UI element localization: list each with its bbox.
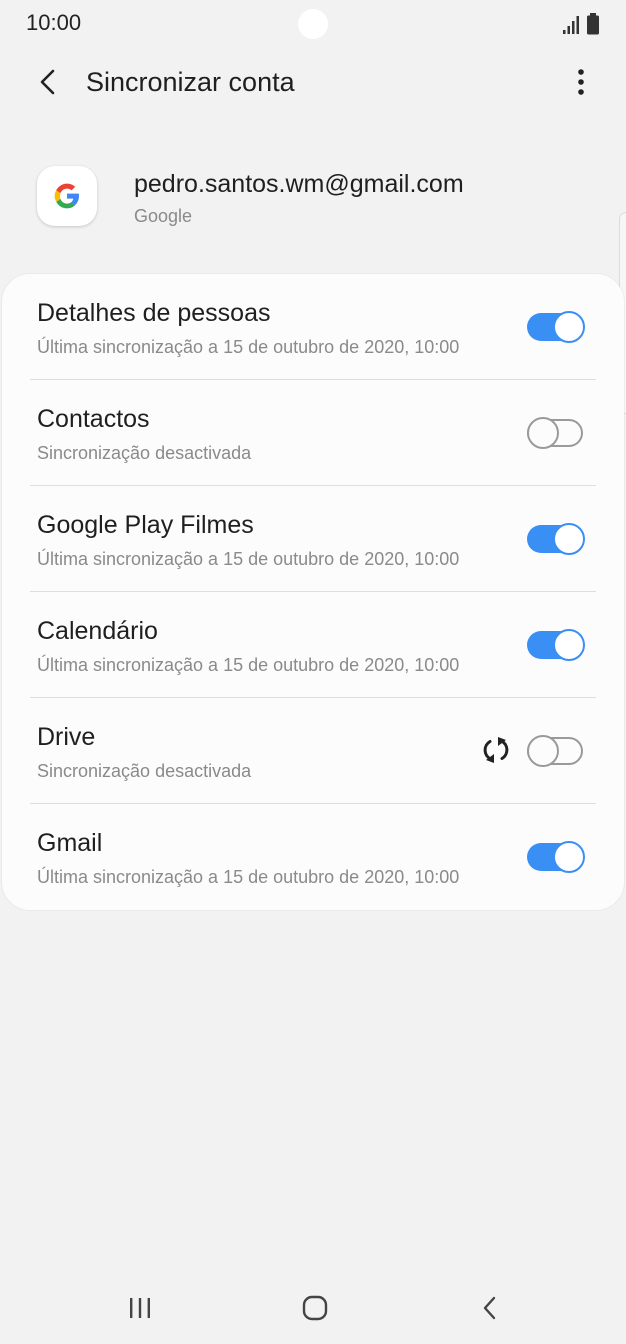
home-icon bbox=[302, 1295, 328, 1321]
sync-item-contactos[interactable]: Contactos Sincronização desactivada bbox=[2, 380, 624, 486]
sync-item-title: Contactos bbox=[37, 405, 150, 433]
status-icons bbox=[562, 12, 602, 36]
sync-item-subtitle: Sincronização desactivada bbox=[37, 443, 252, 463]
sync-toggle[interactable] bbox=[527, 523, 585, 555]
sync-item-calendario[interactable]: Calendário Última sincronização a 15 de … bbox=[2, 592, 624, 698]
sync-item-subtitle: Sincronização desactivada bbox=[37, 761, 252, 781]
account-avatar bbox=[37, 166, 97, 226]
sync-item-title: Gmail bbox=[37, 829, 103, 857]
sync-item-subtitle: Última sincronização a 15 de outubro de … bbox=[37, 337, 460, 357]
account-provider: Google bbox=[134, 206, 193, 226]
sync-toggle[interactable] bbox=[527, 841, 585, 873]
sync-item-subtitle: Última sincronização a 15 de outubro de … bbox=[37, 867, 460, 887]
toggle-knob bbox=[553, 629, 585, 661]
sync-item-subtitle: Última sincronização a 15 de outubro de … bbox=[37, 549, 460, 569]
sync-item-title: Google Play Filmes bbox=[37, 511, 254, 539]
google-logo-icon bbox=[54, 183, 79, 209]
sync-item-detalhes-de-pessoas[interactable]: Detalhes de pessoas Última sincronização… bbox=[2, 274, 624, 380]
front-camera bbox=[298, 9, 328, 39]
more-options-button[interactable] bbox=[566, 62, 596, 102]
page-title: Sincronizar conta bbox=[86, 67, 295, 97]
toggle-knob bbox=[553, 311, 585, 343]
nav-back-button[interactable] bbox=[470, 1292, 510, 1324]
sync-item-subtitle: Última sincronização a 15 de outubro de … bbox=[37, 655, 460, 675]
back-arrow-icon bbox=[40, 69, 55, 95]
back-button[interactable] bbox=[28, 62, 68, 102]
sync-item-title: Calendário bbox=[37, 617, 158, 645]
account-email: pedro.santos.wm@gmail.com bbox=[134, 170, 464, 198]
toggle-knob bbox=[553, 841, 585, 873]
recents-button[interactable] bbox=[120, 1292, 160, 1324]
sync-item-drive[interactable]: Drive Sincronização desactivada bbox=[2, 698, 624, 804]
sync-item-google-play-filmes[interactable]: Google Play Filmes Última sincronização … bbox=[2, 486, 624, 592]
more-vertical-icon bbox=[578, 69, 584, 95]
sync-item-gmail[interactable]: Gmail Última sincronização a 15 de outub… bbox=[2, 804, 624, 910]
sync-items-card: Detalhes de pessoas Última sincronização… bbox=[2, 274, 624, 910]
nav-back-icon bbox=[483, 1296, 496, 1320]
sync-toggle[interactable] bbox=[527, 417, 585, 449]
system-nav-bar bbox=[0, 1270, 626, 1344]
account-header: pedro.santos.wm@gmail.com Google bbox=[0, 150, 626, 250]
recents-icon bbox=[130, 1298, 150, 1318]
sync-arrows-glyph bbox=[483, 737, 509, 763]
sync-item-title: Drive bbox=[37, 723, 96, 751]
signal-icon bbox=[563, 16, 579, 34]
sync-item-title: Detalhes de pessoas bbox=[37, 299, 271, 327]
app-bar: Sincronizar conta bbox=[0, 50, 626, 116]
toggle-knob bbox=[553, 523, 585, 555]
battery-icon bbox=[587, 13, 599, 35]
toggle-knob bbox=[527, 417, 559, 449]
sync-icon bbox=[480, 734, 512, 766]
home-button[interactable] bbox=[295, 1292, 335, 1324]
status-time: 10:00 bbox=[26, 10, 82, 35]
sync-toggle[interactable] bbox=[527, 311, 585, 343]
sync-toggle[interactable] bbox=[527, 735, 585, 767]
sync-toggle[interactable] bbox=[527, 629, 585, 661]
status-bar: 10:00 bbox=[0, 0, 626, 48]
toggle-knob bbox=[527, 735, 559, 767]
